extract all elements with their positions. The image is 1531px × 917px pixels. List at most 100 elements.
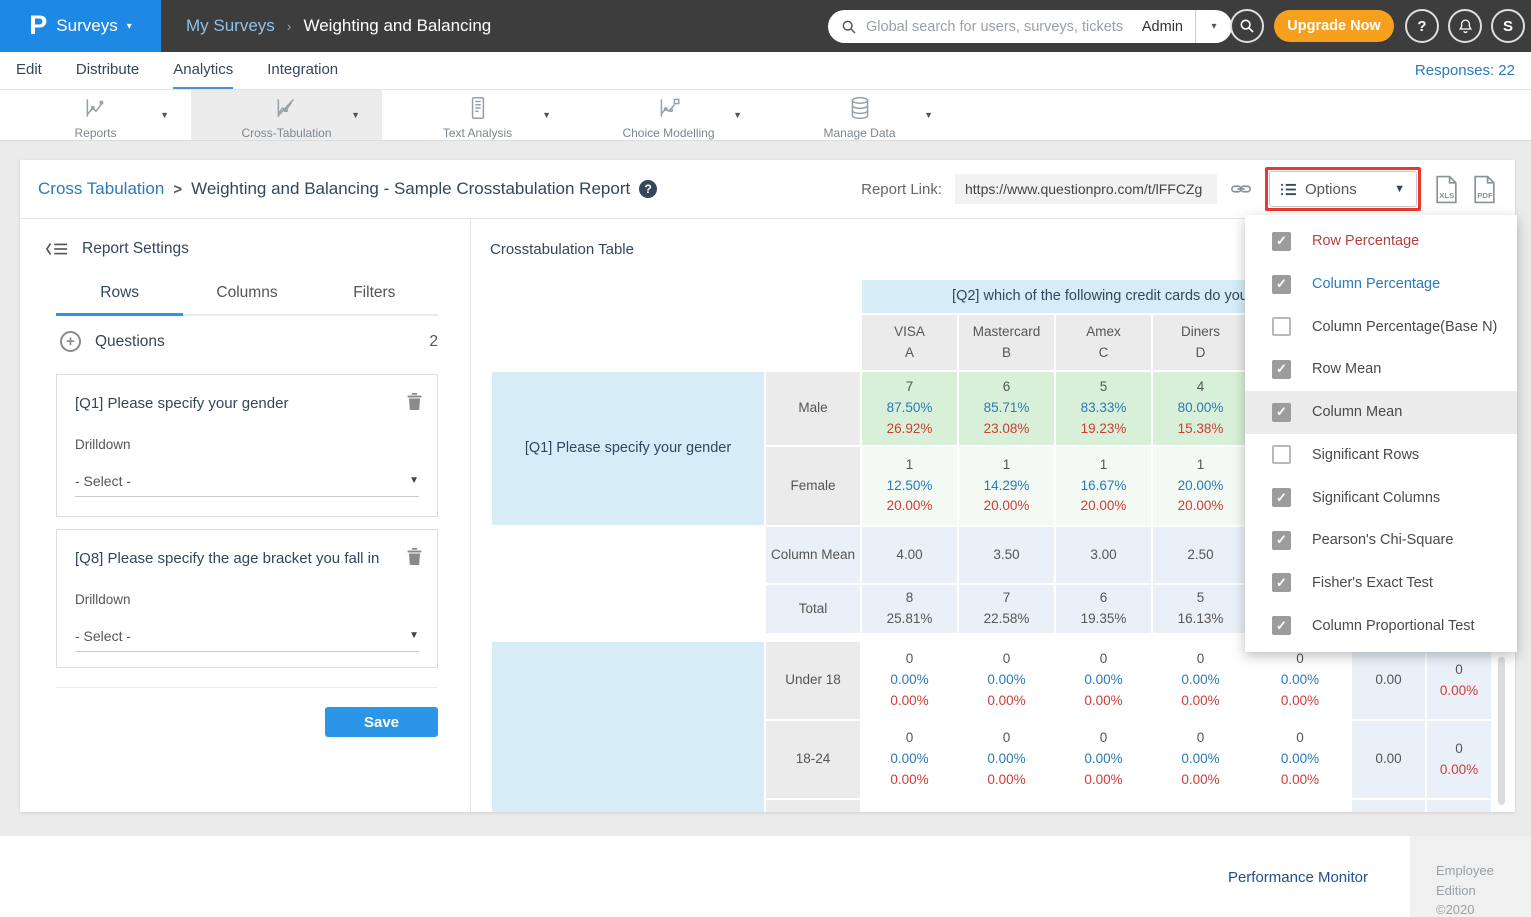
toolbar-text-analysis[interactable]: Text Analysis ▼: [382, 90, 573, 140]
cell-count: 0: [906, 728, 914, 749]
nav-tab-edit[interactable]: Edit: [16, 52, 42, 89]
collapse-panel-icon[interactable]: [46, 241, 68, 257]
cell-row-pct: 20.00%: [1178, 476, 1224, 497]
table-cell: 516.13%: [1153, 585, 1248, 633]
chevron-down-icon[interactable]: ▼: [924, 110, 933, 120]
notifications-button[interactable]: [1448, 9, 1482, 43]
option-column-proportional-test[interactable]: ✓ Column Proportional Test: [1245, 604, 1517, 647]
search-scope-label: Admin: [1142, 19, 1183, 35]
option-row-percentage[interactable]: ✓ Row Percentage: [1245, 220, 1517, 263]
delete-question-button[interactable]: [407, 548, 422, 570]
search-scope-dropdown[interactable]: ▾: [1196, 21, 1232, 32]
chevron-down-icon[interactable]: ▼: [160, 110, 169, 120]
help-icon[interactable]: ?: [639, 180, 657, 198]
cell-count: 0: [1455, 739, 1463, 760]
col-name: Diners: [1181, 322, 1220, 343]
row-header-under-18: Under 18: [766, 642, 860, 719]
option-column-mean[interactable]: ✓ Column Mean: [1245, 391, 1517, 434]
cell-pct: 19.35%: [1081, 609, 1127, 630]
performance-monitor-link[interactable]: Performance Monitor: [1228, 869, 1368, 886]
toolbar-manage-data[interactable]: Manage Data ▼: [764, 90, 955, 140]
cell-pct: 0.00%: [1440, 681, 1478, 702]
col-name: VISA: [894, 322, 925, 343]
delete-question-button[interactable]: [407, 393, 422, 415]
option-label: Column Mean: [1312, 404, 1402, 420]
checkbox-checked-icon[interactable]: ✓: [1272, 275, 1291, 294]
cell-col-pct: 0.00%: [890, 770, 928, 791]
page: P Surveys ▾ My Surveys › Weighting and B…: [0, 0, 1531, 917]
chevron-right-icon: ›: [287, 18, 292, 34]
cell-col-pct: 20.00%: [1081, 496, 1127, 517]
option-column-percentage-base-n[interactable]: Column Percentage(Base N): [1245, 305, 1517, 348]
report-link-input[interactable]: [955, 174, 1217, 204]
chevron-down-icon[interactable]: ▼: [351, 110, 360, 120]
account-avatar[interactable]: S: [1491, 9, 1525, 43]
export-xls-button[interactable]: XLS: [1434, 175, 1459, 204]
report-title: Weighting and Balancing - Sample Crossta…: [191, 179, 630, 199]
options-button[interactable]: Options ▼: [1269, 171, 1417, 207]
table-scrollbar[interactable]: [1498, 657, 1505, 805]
option-column-percentage[interactable]: ✓ Column Percentage: [1245, 263, 1517, 306]
trash-icon: [407, 393, 422, 410]
nav-tab-integration[interactable]: Integration: [267, 52, 338, 89]
option-significant-columns[interactable]: ✓ Significant Columns: [1245, 476, 1517, 519]
chevron-down-icon: ▾: [127, 21, 132, 32]
nav-tab-distribute[interactable]: Distribute: [76, 52, 139, 89]
copy-link-button[interactable]: [1230, 178, 1252, 200]
checkbox-checked-icon[interactable]: ✓: [1272, 573, 1291, 592]
col-code: B: [1002, 343, 1011, 364]
table-cell: 787.50%26.92%: [862, 372, 957, 445]
option-significant-rows[interactable]: Significant Rows: [1245, 434, 1517, 477]
cell-row-pct: 0.00%: [987, 749, 1025, 770]
search-input[interactable]: [866, 19, 1142, 35]
row-header-column-mean: Column Mean: [766, 527, 860, 583]
cell-col-pct: 0.00%: [1084, 691, 1122, 712]
tab-filters[interactable]: Filters: [311, 284, 438, 316]
checkbox-unchecked-icon[interactable]: [1272, 317, 1291, 336]
cell-row-pct: 0.00%: [1281, 749, 1319, 770]
drilldown-select[interactable]: - Select - ▼: [75, 465, 419, 497]
checkbox-checked-icon[interactable]: ✓: [1272, 488, 1291, 507]
option-pearsons-chi-square[interactable]: ✓ Pearson's Chi-Square: [1245, 519, 1517, 562]
product-switcher[interactable]: P Surveys ▾: [0, 0, 161, 52]
chevron-down-icon[interactable]: ▼: [733, 110, 742, 120]
toolbar-cross-tabulation[interactable]: Cross-Tabulation ▼: [191, 90, 382, 140]
tab-columns[interactable]: Columns: [183, 284, 310, 316]
table-cell: 00.00%0.00%: [1153, 721, 1248, 798]
checkbox-checked-icon[interactable]: ✓: [1272, 232, 1291, 251]
nav-tab-analytics[interactable]: Analytics: [173, 52, 233, 89]
drilldown-select[interactable]: - Select - ▼: [75, 620, 419, 652]
toolbar-label: Cross-Tabulation: [241, 126, 331, 140]
export-pdf-button[interactable]: PDF: [1472, 175, 1497, 204]
table-cell: 114.29%20.00%: [959, 447, 1054, 525]
option-fishers-exact-test[interactable]: ✓ Fisher's Exact Test: [1245, 562, 1517, 605]
table-cell: 120.00%20.00%: [1153, 447, 1248, 525]
report-link-label: Report Link:: [861, 181, 942, 198]
cell-row-pct: 0.00%: [1084, 670, 1122, 691]
chevron-down-icon[interactable]: ▼: [542, 110, 551, 120]
cross-tabulation-link[interactable]: Cross Tabulation: [38, 179, 164, 199]
toolbar-reports[interactable]: Reports ▼: [0, 90, 191, 140]
cell-row-pct: 14.29%: [984, 476, 1030, 497]
add-question-button[interactable]: +: [60, 331, 81, 352]
cell-col-pct: 20.00%: [1178, 496, 1224, 517]
svg-text:XLS: XLS: [1439, 190, 1454, 199]
cell-row-pct: 12.50%: [887, 476, 933, 497]
cell-row-pct: 16.67%: [1081, 476, 1127, 497]
option-label: Column Percentage: [1312, 276, 1440, 292]
save-button[interactable]: Save: [325, 707, 438, 737]
upgrade-now-button[interactable]: Upgrade Now: [1274, 10, 1394, 42]
tab-rows[interactable]: Rows: [56, 284, 183, 316]
breadcrumb-my-surveys[interactable]: My Surveys: [186, 16, 275, 36]
option-row-mean[interactable]: ✓ Row Mean: [1245, 348, 1517, 391]
toolbar-choice-modelling[interactable]: Choice Modelling ▼: [573, 90, 764, 140]
choice-modelling-icon: [656, 95, 682, 126]
checkbox-checked-icon[interactable]: ✓: [1272, 403, 1291, 422]
search-submit-button[interactable]: [1230, 9, 1264, 43]
checkbox-unchecked-icon[interactable]: [1272, 445, 1291, 464]
checkbox-checked-icon[interactable]: ✓: [1272, 360, 1291, 379]
help-button[interactable]: ?: [1405, 9, 1439, 43]
cell-col-pct: 23.08%: [984, 419, 1030, 440]
checkbox-checked-icon[interactable]: ✓: [1272, 531, 1291, 550]
checkbox-checked-icon[interactable]: ✓: [1272, 616, 1291, 635]
